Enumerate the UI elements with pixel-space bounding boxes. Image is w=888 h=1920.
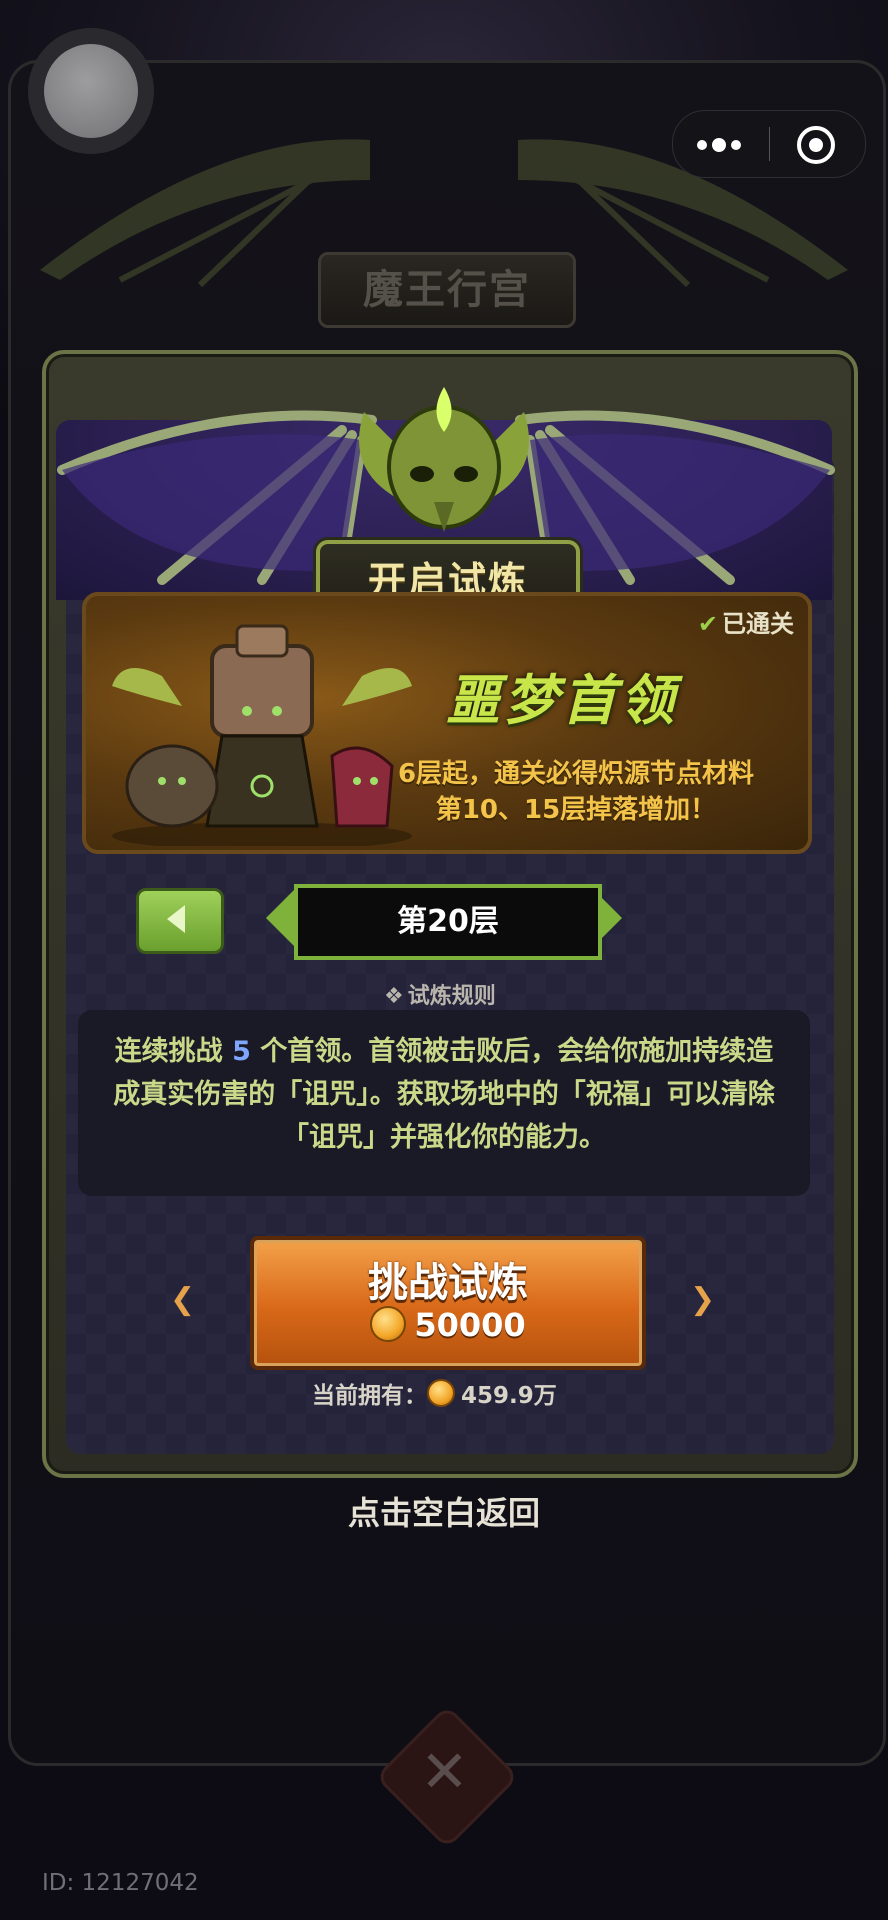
boss-info-card: ✔ 已通关 噩梦首领 6层起，通关必得炽源节点材料 第10、15层掉落增加！ [82, 592, 812, 854]
boss-desc-line1: 6层起，通关必得炽源节点材料 [397, 759, 755, 789]
circle-home-icon [44, 44, 138, 138]
boss-reward-description: 6层起，通关必得炽源节点材料 第10、15层掉落增加！ [356, 756, 796, 828]
diamond-icon: ❖ [384, 984, 404, 1009]
checkmark-icon: ✔ [697, 610, 718, 638]
challenge-cost-value: 50000 [414, 1306, 526, 1344]
coin-icon [427, 1379, 455, 1407]
challenge-cost: 50000 [254, 1306, 642, 1344]
floating-home-button[interactable] [28, 28, 154, 154]
rules-header[interactable]: ❖ 试炼规则 [384, 978, 496, 1010]
more-dots-icon[interactable] [697, 135, 757, 153]
left-wing-arrow-icon: ❮ [170, 1282, 196, 1317]
cleared-status: ✔ 已通关 [698, 604, 794, 639]
challenge-button-label: 挑战试炼 [368, 1260, 528, 1306]
rules-boss-count: 5 [232, 1036, 251, 1067]
floor-selector: 第20层 [264, 880, 624, 960]
owned-value: 459.9万 [461, 1383, 557, 1409]
challenge-trial-button[interactable]: 挑战试炼 50000 [250, 1236, 646, 1370]
coin-icon [370, 1306, 407, 1342]
user-id-text: ID: 12127042 [42, 1870, 199, 1896]
prev-floor-button[interactable] [136, 888, 224, 954]
rules-text-part1: 连续挑战 [114, 1036, 233, 1067]
owned-label: 当前拥有： [312, 1383, 427, 1409]
background-palace-title: 魔王行宫 [318, 252, 576, 328]
target-circle-icon[interactable] [797, 126, 835, 164]
rules-text: 连续挑战 5 个首领。首领被击败后，会给你施加持续造成真实伤害的「诅咒」。获取场… [108, 1030, 780, 1159]
rules-title: 试炼规则 [407, 984, 496, 1009]
tap-blank-to-return[interactable]: 点击空白返回 [0, 1488, 888, 1534]
floor-label: 第20层 [397, 904, 499, 939]
rules-box: 连续挑战 5 个首领。首领被击败后，会给你施加持续造成真实伤害的「诅咒」。获取场… [78, 1010, 810, 1196]
boss-name: 噩梦首领 [446, 669, 678, 732]
cleared-label: 已通关 [722, 610, 794, 638]
floor-frame-left-spike [266, 888, 296, 948]
right-wing-arrow-icon: ❯ [690, 1282, 716, 1317]
owned-currency: 当前拥有： 459.9万 [312, 1376, 602, 1410]
demon-skull-icon [359, 387, 529, 532]
mini-program-capsule [672, 110, 866, 178]
boss-desc-line2: 第10、15层掉落增加！ [435, 795, 717, 825]
capsule-divider [769, 127, 770, 161]
